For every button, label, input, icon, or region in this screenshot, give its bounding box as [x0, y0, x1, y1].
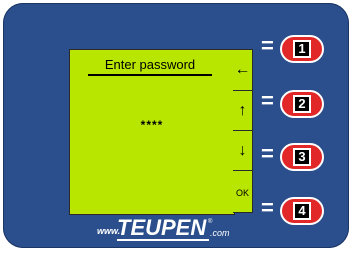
equals-sign-1: =: [261, 33, 274, 58]
equals-sign-3: =: [261, 141, 274, 166]
brand-name: TEUPEN: [117, 215, 207, 240]
lcd-title: Enter password: [104, 57, 196, 72]
hardware-button-3[interactable]: 3: [280, 143, 324, 171]
equals-sign-4: =: [261, 195, 274, 220]
brand-suffix: .com: [210, 228, 230, 238]
hardware-button-4[interactable]: 4: [280, 197, 324, 225]
softkey-up[interactable]: ↑: [233, 90, 252, 130]
control-panel: Enter password **** ← ↑ ↓ OK = 1 = 2 = 3…: [3, 3, 349, 248]
softkey-column: ← ↑ ↓ OK: [233, 49, 253, 213]
lcd-screen: Enter password ****: [69, 49, 235, 215]
hardware-button-2[interactable]: 2: [280, 90, 324, 118]
title-underline: [88, 74, 212, 76]
button-number-4: 4: [293, 202, 311, 220]
softkey-down[interactable]: ↓: [233, 130, 252, 170]
equals-sign-2: =: [261, 88, 274, 113]
arrow-left-icon: ←: [234, 61, 251, 78]
softkey-left[interactable]: ←: [233, 50, 252, 90]
softkey-ok[interactable]: OK: [233, 170, 252, 214]
password-display[interactable]: ****: [70, 118, 234, 132]
arrow-up-icon: ↑: [238, 101, 247, 119]
button-number-1: 1: [293, 40, 311, 58]
button-number-2: 2: [293, 95, 311, 113]
brand-underline: [117, 239, 209, 241]
hardware-button-1[interactable]: 1: [280, 35, 324, 63]
button-number-3: 3: [293, 148, 311, 166]
arrow-down-icon: ↓: [238, 141, 247, 159]
ok-icon: OK: [235, 187, 249, 198]
brand-registered: ®: [208, 219, 213, 225]
